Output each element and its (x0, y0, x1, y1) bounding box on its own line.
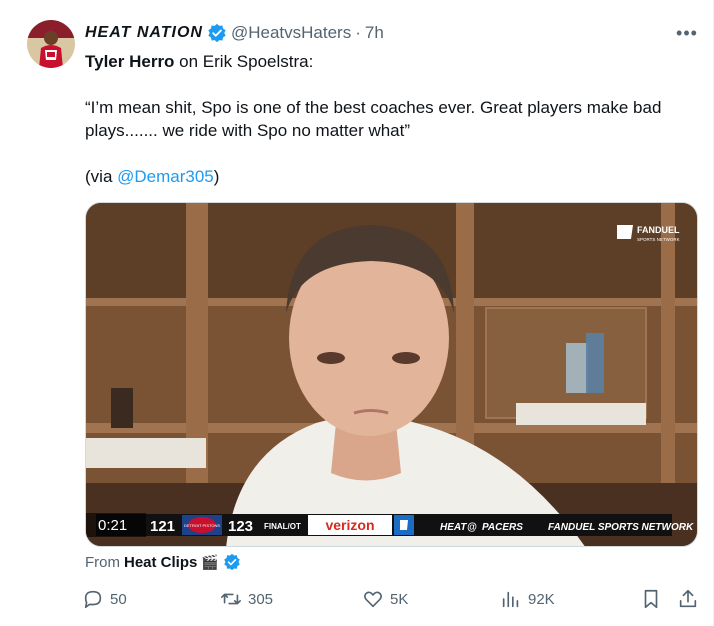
matchup-at: @ (467, 522, 477, 533)
via-prefix: (via (85, 167, 118, 186)
game-status: FINAL/OT (264, 522, 301, 531)
video-player[interactable]: FANDUEL SPORTS NETWORK 0:21 121 DETROIT … (85, 202, 698, 547)
heart-icon (364, 591, 382, 608)
bookmark-button[interactable] (640, 588, 668, 610)
more-options-icon[interactable]: ••• (675, 24, 699, 42)
score-left: 121 (150, 518, 175, 535)
clapperboard-icon: 🎬 (201, 553, 219, 570)
views-button[interactable]: 92K (500, 588, 555, 610)
like-count: 5K (390, 590, 409, 608)
handle[interactable]: @HeatvsHaters (231, 23, 351, 43)
video-timestamp: 0:21 (98, 517, 127, 534)
network-bar-text: FANDUEL SPORTS NETWORK (548, 522, 694, 533)
text-intro: on Erik Spoelstra: (174, 52, 314, 71)
tweet-text: Tyler Herro on Erik Spoelstra: “I’m mean… (85, 50, 685, 188)
reply-button[interactable]: 50 (82, 588, 127, 610)
via-link[interactable]: @Demar305 (117, 167, 214, 186)
source-attribution: From Heat Clips 🎬 (85, 553, 241, 571)
matchup-pacers: PACERS (482, 522, 523, 533)
reply-count: 50 (110, 590, 127, 608)
timestamp[interactable]: 7h (365, 23, 384, 43)
like-button[interactable]: 5K (362, 588, 408, 610)
repost-icon (221, 593, 241, 605)
avatar[interactable] (27, 20, 75, 68)
tweet-header: HEAT NATION @HeatvsHaters · 7h (85, 22, 384, 44)
tweet-card[interactable]: HEAT NATION @HeatvsHaters · 7h ••• Tyler… (0, 0, 714, 626)
verified-badge-icon (207, 23, 227, 43)
video-frame[interactable]: FANDUEL SPORTS NETWORK 0:21 121 DETROIT … (86, 203, 698, 547)
bookmark-icon (644, 589, 658, 609)
views-icon (502, 591, 519, 608)
display-name[interactable]: HEAT NATION (85, 24, 203, 42)
from-label: From (85, 553, 120, 571)
bug-line-1: FANDUEL (637, 225, 680, 235)
fanduel-logo-icon (400, 520, 408, 530)
sponsor-text: verizon (325, 517, 374, 533)
reply-icon (84, 590, 102, 609)
share-button[interactable] (677, 588, 705, 610)
mention-name: Tyler Herro (85, 52, 175, 71)
separator-dot: · (355, 23, 361, 42)
action-bar: 50 305 5K 92K (80, 588, 705, 612)
score-right: 123 (228, 518, 253, 535)
matchup-heat: HEAT (440, 522, 467, 533)
team-logo-text: DETROIT PISTONS (184, 523, 220, 528)
repost-button[interactable]: 305 (220, 588, 273, 610)
via-suffix: ) (213, 167, 220, 186)
source-verified-badge-icon (223, 553, 241, 571)
repost-count: 305 (248, 590, 274, 608)
source-name[interactable]: Heat Clips (124, 554, 197, 571)
bug-line-2: SPORTS NETWORK (637, 237, 680, 242)
views-count: 92K (528, 590, 555, 608)
quote-text: “I’m mean shit, Spo is one of the best c… (85, 98, 662, 140)
network-bug (617, 225, 633, 239)
share-icon (679, 589, 697, 608)
